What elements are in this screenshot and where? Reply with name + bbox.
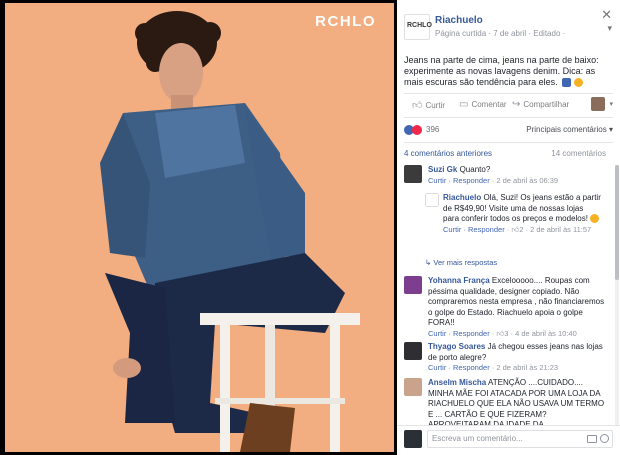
smiley-emoji-icon (590, 214, 600, 224)
share-button[interactable]: ↪ Compartilhar (512, 99, 569, 110)
comments-list: Suzi Gk Quanto? Curtir · Responder · 2 d… (397, 163, 620, 425)
comment-time: 4 de abril às 10:40 (515, 328, 577, 338)
thumbs-up-icon: 👍︎ (412, 100, 423, 111)
comment-actions[interactable]: Curtir · Responder (428, 329, 490, 338)
commenter-avatar[interactable] (404, 378, 422, 396)
reactions-count: 396 (426, 125, 440, 134)
brand-logo-text: RCHLO (315, 13, 376, 30)
like-button[interactable]: 👍︎ Curtir (412, 99, 445, 111)
comment-button[interactable]: ▭ Comentar (459, 99, 507, 110)
comment-icon: ▭ (459, 99, 469, 110)
comment-actions[interactable]: Curtir · Responder (428, 363, 490, 372)
chevron-down-icon[interactable]: ▾ (607, 23, 612, 34)
current-user-avatar (404, 430, 422, 448)
emoji-icon (562, 78, 572, 88)
post-details-panel: RCHLO Riachuelo Página curtida · 7 de ab… (397, 0, 620, 455)
comment-time: 2 de abril às 21:23 (496, 363, 559, 372)
commenter-name[interactable]: Anselm Mischa (428, 378, 486, 387)
post-photo[interactable]: RCHLO (0, 0, 397, 455)
commenter-avatar[interactable] (404, 342, 422, 360)
comment-likes: 3 (504, 328, 509, 338)
comment-actions[interactable]: Curtir · Responder (443, 225, 505, 234)
model-illustration (100, 11, 360, 452)
comment-composer: Escreva um comentário... (397, 425, 620, 455)
page-avatar[interactable]: RCHLO (404, 14, 432, 40)
reactions-bar[interactable]: 396 Principais comentários ▾ (404, 124, 613, 138)
view-more-replies-link[interactable]: ↳ Ver mais respostas (425, 258, 497, 267)
divider (404, 93, 613, 94)
divider (404, 117, 613, 118)
comment-actions[interactable]: Curtir · Responder (428, 176, 490, 185)
photo-frame: RCHLO (5, 3, 394, 452)
share-icon: ↪ (512, 99, 521, 110)
actor-switch-icon[interactable]: ▾ (609, 100, 613, 108)
share-label: Compartilhar (523, 100, 570, 109)
post-caption: Jeans na parte de cima, jeans na parte d… (404, 55, 612, 88)
commenter-name[interactable]: Thyago Soares (428, 342, 485, 351)
emoji-picker-icon[interactable] (600, 434, 609, 443)
page-name-link[interactable]: Riachuelo (435, 15, 483, 26)
comment-input[interactable]: Escreva um comentário... (427, 430, 613, 448)
post-actions: 👍︎ Curtir ▭ Comentar ↪ Compartilhar ▾ (404, 97, 613, 113)
close-icon[interactable]: ✕ (601, 8, 612, 21)
comment-text: Quanto? (459, 165, 491, 174)
comment-input-placeholder: Escreva um comentário... (432, 434, 523, 443)
comments-total: 14 comentários (551, 149, 606, 158)
comment-time: 2 de abril às 11:57 (530, 224, 592, 234)
view-previous-comments-link[interactable]: 4 comentários anteriores (404, 149, 492, 158)
commenter-name[interactable]: Riachuelo (443, 193, 481, 202)
commenter-avatar[interactable] (404, 276, 422, 294)
smiley-emoji-icon (573, 78, 583, 88)
comment-likes: 2 (519, 224, 524, 234)
love-reaction-icon (412, 125, 422, 135)
commenter-avatar[interactable] (404, 165, 422, 183)
commenter-name[interactable]: Suzi Gk (428, 165, 457, 174)
comment-label: Comentar (471, 100, 507, 109)
post-header: RCHLO Riachuelo Página curtida · 7 de ab… (397, 0, 620, 50)
camera-icon[interactable] (587, 435, 597, 443)
page-avatar-text: RCHLO (407, 22, 432, 29)
like-label: Curtir (425, 101, 446, 110)
commenter-name[interactable]: Yohanna França (428, 276, 490, 285)
comment-time: 2 de abril às 06:39 (496, 175, 559, 185)
page-reply-avatar[interactable] (425, 193, 439, 207)
actor-avatar[interactable] (591, 97, 605, 111)
comment-sort-dropdown[interactable]: Principais comentários ▾ (526, 125, 613, 134)
divider (404, 142, 613, 143)
comments-scrollbar-thumb[interactable] (615, 165, 619, 280)
post-meta: Página curtida · 7 de abril · Editado · (435, 29, 566, 38)
